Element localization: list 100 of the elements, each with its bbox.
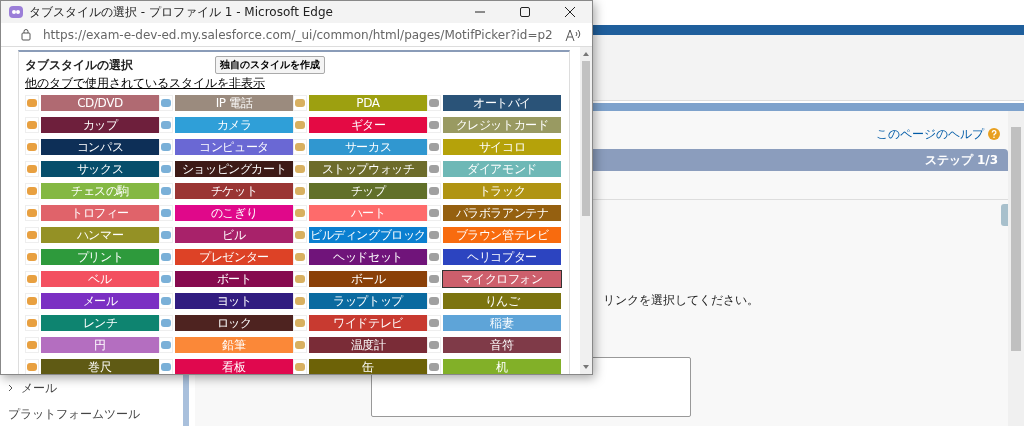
style-swatch[interactable]: ビル: [175, 227, 293, 243]
style-swatch[interactable]: ワイドテレビ: [309, 315, 427, 331]
scroll-up-icon[interactable]: [582, 51, 590, 57]
panel-title: タブスタイルの選択: [25, 56, 134, 74]
style-icon: [25, 249, 39, 265]
style-swatch[interactable]: トロフィー: [41, 205, 159, 221]
style-icon: [25, 315, 39, 331]
style-swatch[interactable]: 巻尺: [41, 359, 159, 374]
style-swatch[interactable]: プレゼンター: [175, 249, 293, 265]
style-swatch[interactable]: チケット: [175, 183, 293, 199]
style-swatch[interactable]: ハンマー: [41, 227, 159, 243]
hide-used-styles-link[interactable]: 他のタブで使用されているスタイルを非表示: [25, 75, 265, 92]
style-icon: [159, 183, 173, 199]
style-swatch[interactable]: カップ: [41, 117, 159, 133]
caret-icon: [8, 384, 13, 392]
style-icon: [293, 161, 307, 177]
style-swatch[interactable]: パラボラアンテナ: [443, 205, 561, 221]
step-label: ステップ 1/3: [924, 151, 998, 169]
style-swatch[interactable]: ブラウン管テレビ: [443, 227, 561, 243]
create-style-button[interactable]: 独自のスタイルを作成: [215, 56, 325, 74]
style-icon: [25, 271, 39, 287]
style-swatch[interactable]: ラップトップ: [309, 293, 427, 309]
sidebar-item[interactable]: メール: [21, 379, 57, 397]
style-swatch[interactable]: 温度計: [309, 337, 427, 353]
style-swatch[interactable]: ヘッドセット: [309, 249, 427, 265]
style-swatch[interactable]: 稲妻: [443, 315, 561, 331]
scroll-down-icon[interactable]: [582, 364, 590, 370]
style-swatch[interactable]: コンピュータ: [175, 139, 293, 155]
style-icon: [293, 227, 307, 243]
style-swatch[interactable]: カメラ: [175, 117, 293, 133]
style-swatch[interactable]: サックス: [41, 161, 159, 177]
style-icon: [159, 161, 173, 177]
style-swatch[interactable]: IP 電話: [175, 95, 293, 111]
style-icon: [427, 293, 441, 309]
style-icon: [25, 95, 39, 111]
style-icon: [25, 293, 39, 309]
address-field[interactable]: https://exam-e-dev-ed.my.salesforce.com/_ui/common/html/pages/MotifPicker?id=p2: [43, 27, 553, 42]
style-icon: [293, 359, 307, 374]
style-swatch[interactable]: ハート: [309, 205, 427, 221]
lock-icon: [21, 28, 31, 41]
style-swatch[interactable]: 円: [41, 337, 159, 353]
style-icon: [25, 161, 39, 177]
style-icon: [293, 315, 307, 331]
style-icon: [293, 95, 307, 111]
style-swatch[interactable]: チップ: [309, 183, 427, 199]
style-swatch[interactable]: CD/DVD: [41, 95, 159, 111]
style-icon: [427, 183, 441, 199]
style-swatch[interactable]: トラック: [443, 183, 561, 199]
style-swatch[interactable]: サーカス: [309, 139, 427, 155]
style-swatch[interactable]: サイコロ: [443, 139, 561, 155]
style-icon: [293, 337, 307, 353]
style-icon: [293, 249, 307, 265]
style-swatch[interactable]: ボート: [175, 271, 293, 287]
style-icon: [25, 183, 39, 199]
scrollbar[interactable]: [580, 47, 592, 374]
style-swatch[interactable]: ストップウォッチ: [309, 161, 427, 177]
style-swatch[interactable]: ヨット: [175, 293, 293, 309]
style-icon: [159, 117, 173, 133]
style-swatch[interactable]: ビルディングブロック: [309, 227, 427, 243]
style-swatch[interactable]: ベル: [41, 271, 159, 287]
style-swatch[interactable]: ヘリコプター: [443, 249, 561, 265]
style-icon: [427, 139, 441, 155]
style-swatch[interactable]: プリント: [41, 249, 159, 265]
style-swatch[interactable]: クレジットカード: [443, 117, 561, 133]
style-swatch[interactable]: PDA: [309, 95, 427, 111]
sidebar-item[interactable]: プラットフォームツール: [8, 405, 140, 423]
style-swatch[interactable]: ボール: [309, 271, 427, 287]
style-swatch[interactable]: 看板: [175, 359, 293, 374]
help-icon: [988, 128, 1000, 140]
style-icon: [427, 249, 441, 265]
style-icon: [25, 337, 39, 353]
scrollbar[interactable]: [1008, 111, 1024, 426]
style-swatch[interactable]: オートバイ: [443, 95, 561, 111]
style-swatch[interactable]: マイクロフォン: [443, 271, 561, 287]
style-swatch[interactable]: のこぎり: [175, 205, 293, 221]
style-icon: [159, 139, 173, 155]
style-icon: [159, 249, 173, 265]
read-aloud-icon[interactable]: [564, 27, 581, 42]
style-icon: [25, 139, 39, 155]
style-icon: [293, 183, 307, 199]
style-icon: [159, 95, 173, 111]
style-icon: [159, 359, 173, 374]
style-icon: [293, 205, 307, 221]
style-swatch[interactable]: メール: [41, 293, 159, 309]
style-swatch[interactable]: 音符: [443, 337, 561, 353]
style-icon: [25, 359, 39, 374]
style-icon: [427, 227, 441, 243]
style-icon: [159, 315, 173, 331]
style-icon: [293, 139, 307, 155]
style-icon: [25, 117, 39, 133]
style-swatch[interactable]: ギター: [309, 117, 427, 133]
style-icon: [293, 271, 307, 287]
help-link[interactable]: このページのヘルプ: [876, 125, 984, 143]
style-swatch[interactable]: レンチ: [41, 315, 159, 331]
style-swatch[interactable]: ロック: [175, 315, 293, 331]
style-icon: [293, 117, 307, 133]
style-swatch[interactable]: 缶: [309, 359, 427, 374]
style-swatch[interactable]: ショッピングカート: [175, 161, 293, 177]
style-swatch[interactable]: コンパス: [41, 139, 159, 155]
style-swatch[interactable]: りんご: [443, 293, 561, 309]
